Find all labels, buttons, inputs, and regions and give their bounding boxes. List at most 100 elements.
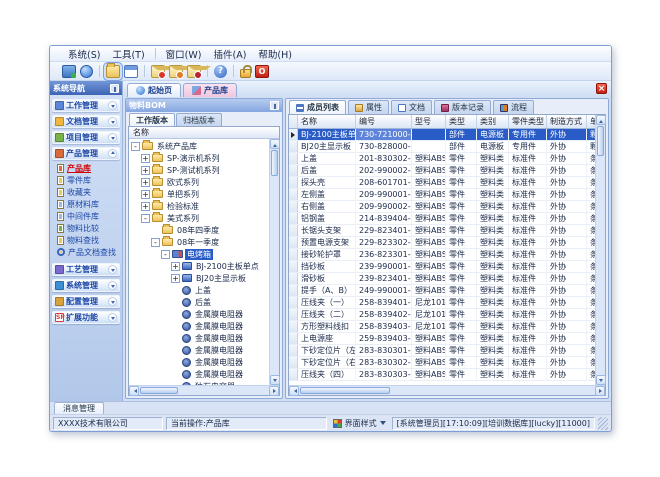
sidebar-item-产品库[interactable]: 产品库 [57,162,120,174]
sidebar-item-产品文档查找[interactable]: 产品文档查找 [57,246,120,258]
tab-active-doc[interactable]: 产品库 [183,83,237,97]
scroll-up-icon[interactable] [596,115,606,125]
chevron-down-icon[interactable] [108,133,117,142]
table-row[interactable]: 方形塑料线扣258-839403-00X尼龙1010零件塑料类标准件外协条 [289,321,595,333]
table-row[interactable]: 后盖202-990002-01X塑料ABS零件塑料类标准件外协条 [289,165,595,177]
table-row[interactable]: 右侧盖209-990002-01X塑料ABS零件塑料类标准件外协条 [289,201,595,213]
column-header-名称[interactable]: 名称 [298,115,356,128]
expand-icon[interactable]: + [141,166,150,175]
tree-item[interactable]: -电烤箱 [129,248,269,260]
tree-item[interactable]: 金属膜电阻器 [129,344,269,356]
tree-item[interactable]: +检验标准 [129,200,269,212]
grid-horizontal-scrollbar[interactable] [289,385,605,395]
table-row[interactable]: 下砂定位片（右）283-830302-00X塑料ABS零件塑料类标准件外协条 [289,357,595,369]
tree-item[interactable]: 金属膜电阻器 [129,332,269,344]
tree-item[interactable]: 金属膜电阻器 [129,320,269,332]
tree-item[interactable]: +BJ-2100主板单点 [129,260,269,272]
interface-style-dropdown[interactable]: 界面样式 [330,418,389,429]
table-row[interactable]: 滑砂板239-823401-00X塑料ABS零件塑料类标准件外协条 [289,273,595,285]
sidebar-item-零件库[interactable]: 零件库 [57,174,120,186]
expand-icon[interactable]: + [141,154,150,163]
expand-icon[interactable]: + [141,202,150,211]
scroll-right-icon[interactable] [269,386,279,396]
scrollbar-thumb[interactable] [140,387,178,394]
collapse-icon[interactable]: - [161,250,170,259]
tab-属性[interactable]: 属性 [348,100,389,114]
tab-doc[interactable]: 起始页 [127,83,181,97]
tree-item[interactable]: -08年一季度 [129,236,269,248]
table-row[interactable]: BJ-2100主板单点730-721000-12X部件电源板专用件外协颗 [289,129,595,141]
table-row[interactable]: 上电源座259-839403-00X塑料ABS零件塑料类标准件外协条 [289,333,595,345]
menu-item[interactable]: 插件(A) [207,46,252,62]
tree-item[interactable]: -美式系列 [129,212,269,224]
tab-close-icon[interactable]: × [596,83,607,94]
table-row[interactable]: 预置电源支架229-823302-00X塑料ABS零件塑料类标准件外协条 [289,237,595,249]
chevron-down-icon[interactable] [108,265,117,274]
chevron-down-icon[interactable] [108,117,117,126]
sidebar-group-配置管理[interactable]: 配置管理 [52,295,120,308]
tree-item[interactable]: 08年四季度 [129,224,269,236]
system-icon[interactable] [62,65,76,78]
column-header-类型[interactable]: 类型 [446,115,477,128]
sidebar-item-物料查找[interactable]: 物料查找 [57,234,120,246]
expand-icon[interactable]: + [171,262,180,271]
window-layout-icon[interactable] [124,65,138,78]
exit-icon[interactable]: O [255,65,269,78]
sidebar-group-扩展功能[interactable]: SP扩展功能 [52,311,120,324]
tree-item[interactable]: 金属膜电阻器 [129,356,269,368]
scrollbar-track[interactable] [391,386,595,395]
tab-工作版本[interactable]: 工作版本 [129,113,175,126]
chevron-down-icon[interactable] [108,101,117,110]
tree-column-header[interactable]: 名称 [129,127,279,139]
table-row[interactable]: 铝钢盖214-839404-01X塑料ABS零件塑料类标准件外协条 [289,213,595,225]
pin-icon[interactable] [270,101,279,110]
table-row[interactable]: 探头壳208-601701-01X塑料ABS零件塑料类标准件外协条 [289,177,595,189]
table-row[interactable]: 左侧盖209-990001-01X塑料ABS零件塑料类标准件外协条 [289,189,595,201]
menu-item[interactable]: 系统(S) [62,46,106,62]
chevron-down-icon[interactable] [108,297,117,306]
pin-icon[interactable] [110,84,119,93]
open-library-icon[interactable] [106,65,120,78]
open-message-icon[interactable] [169,65,183,78]
tree-item[interactable]: -系统产品库 [129,140,269,152]
tree-item[interactable]: 上盖 [129,284,269,296]
sidebar-item-中间件库[interactable]: 中间件库 [57,210,120,222]
tree-horizontal-scrollbar[interactable] [129,385,279,395]
tab-成员列表[interactable]: 成员列表 [289,100,346,114]
delete-message-icon[interactable] [187,65,201,78]
chevron-down-icon[interactable] [108,313,117,322]
tab-message-management[interactable]: 消息管理 [54,402,104,414]
table-row[interactable]: 上盖201-830302-00X塑料ABS零件塑料类标准件外协条 [289,153,595,165]
tab-归档版本[interactable]: 归档版本 [176,113,222,126]
chevron-up-icon[interactable] [108,149,117,158]
tree-vertical-scrollbar[interactable] [269,139,279,385]
tree-item[interactable]: +单把系列 [129,188,269,200]
tree-item[interactable]: +SP-演示机系列 [129,152,269,164]
sidebar-group-项目管理[interactable]: 项目管理 [52,131,120,144]
column-header-型号[interactable]: 型号 [412,115,446,128]
column-header-类别[interactable]: 类别 [477,115,509,128]
tree-item[interactable]: 金属膜电阻器 [129,368,269,380]
table-row[interactable]: 长锯头支架229-823401-00X塑料ABS零件塑料类标准件外协条 [289,225,595,237]
table-row[interactable]: 压线夹（一）258-839401-00X尼龙1010零件塑料类标准件外协条 [289,297,595,309]
sidebar-group-产品管理[interactable]: 产品管理 [52,147,120,160]
table-row[interactable]: 下砂定位片（左）283-830301-00X塑料ABS零件塑料类标准件外协条 [289,345,595,357]
column-header-单位[interactable]: 单位 [587,115,595,128]
menu-item[interactable]: 窗口(W) [160,46,208,62]
scroll-left-icon[interactable] [289,386,299,396]
tab-版本记录[interactable]: 版本记录 [434,100,491,114]
expand-icon[interactable]: + [171,274,180,283]
tree-item[interactable]: 后盖 [129,296,269,308]
scrollbar-thumb[interactable] [271,150,278,176]
tree-item[interactable]: +BJ20主显示板 [129,272,269,284]
sidebar-item-物料比较[interactable]: 物料比较 [57,222,120,234]
scroll-left-icon[interactable] [129,386,139,396]
menu-item[interactable]: 工具(T) [106,46,150,62]
chevron-down-icon[interactable] [108,281,117,290]
collapse-icon[interactable]: - [151,238,160,247]
sidebar-item-收藏夹[interactable]: 收藏夹 [57,186,120,198]
scroll-down-icon[interactable] [596,375,606,385]
scrollbar-thumb[interactable] [300,387,390,394]
scrollbar-track[interactable] [270,177,279,375]
scrollbar-track[interactable] [596,157,605,375]
